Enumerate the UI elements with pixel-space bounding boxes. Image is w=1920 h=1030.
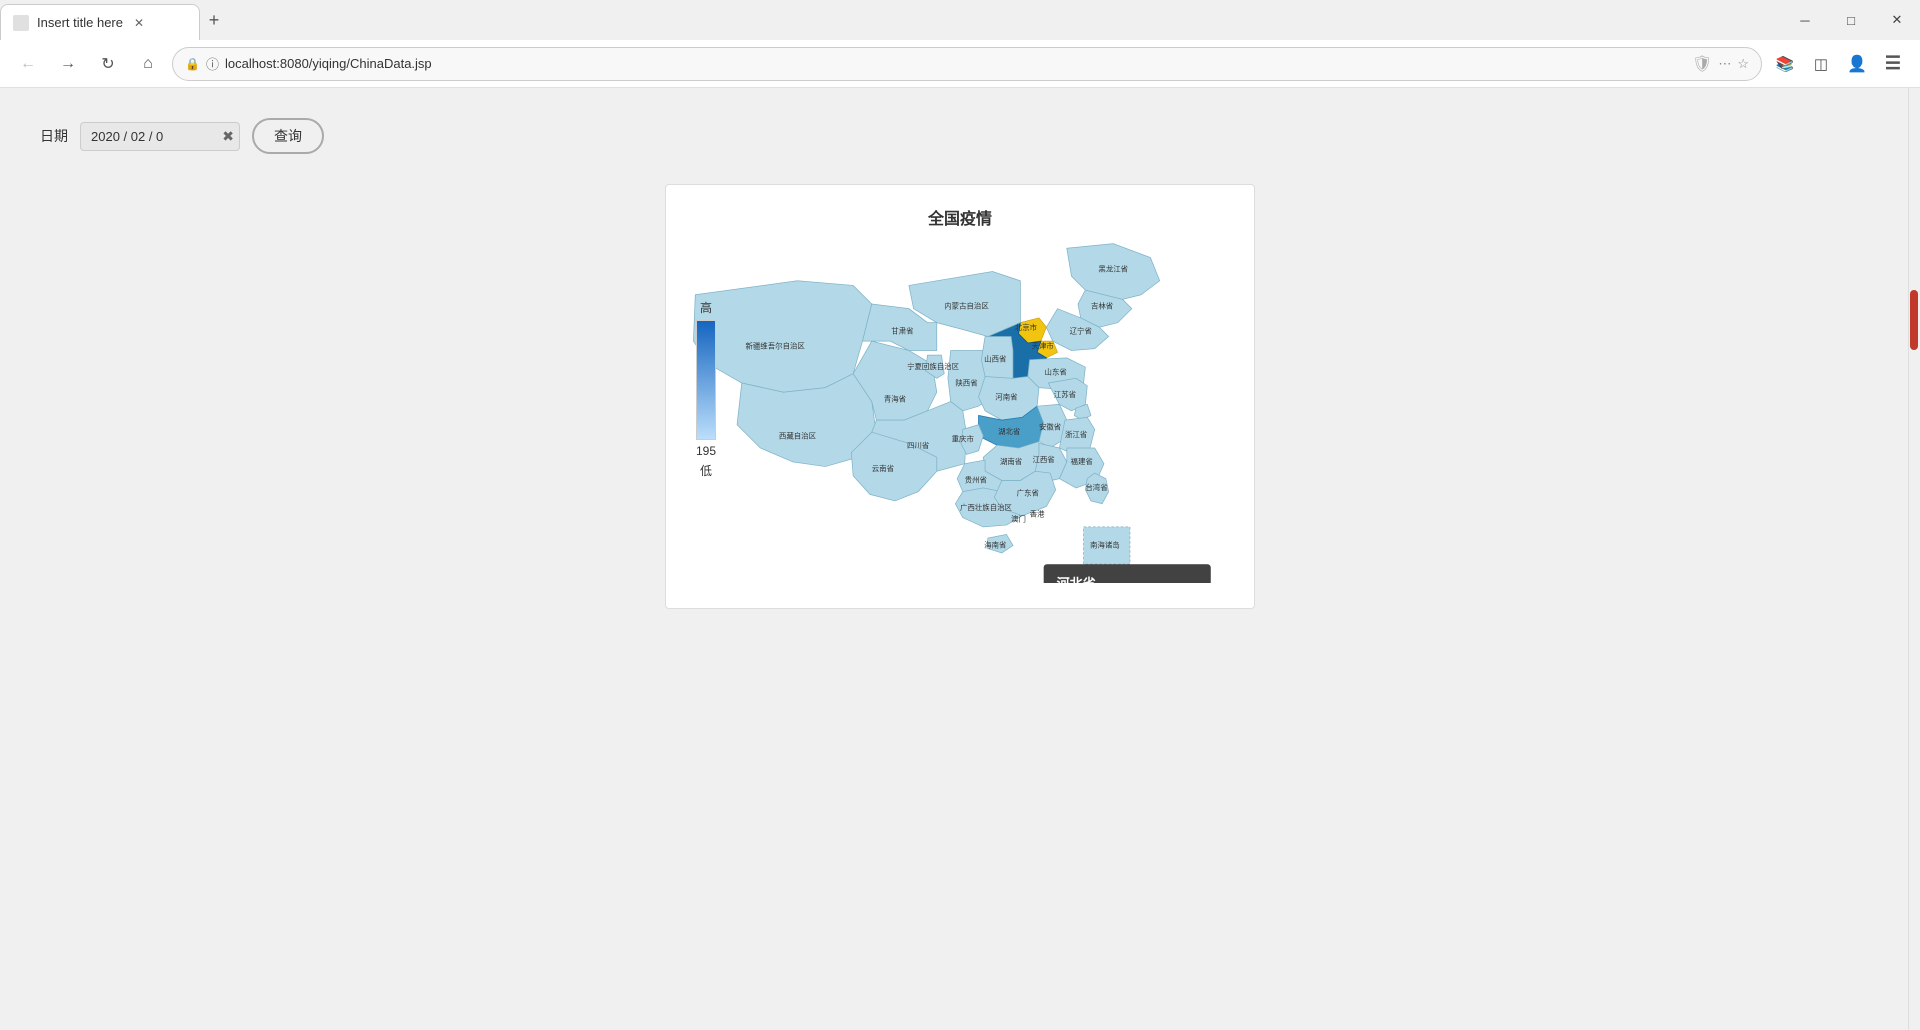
- address-bar[interactable]: 🔒 ⓘ localhost:8080/yiqing/ChinaData.jsp …: [172, 47, 1762, 81]
- label-beijing: 北京市: [1015, 322, 1038, 332]
- reload-button[interactable]: ↻: [92, 48, 124, 80]
- account-button[interactable]: 👤: [1842, 49, 1872, 79]
- window-controls: － □ ✕: [1782, 0, 1920, 40]
- query-button[interactable]: 查询: [252, 118, 324, 154]
- label-fujian: 福建省: [1071, 456, 1094, 466]
- label-jiangsu: 江苏省: [1054, 389, 1077, 399]
- label-guangdong: 广东省: [1017, 487, 1040, 497]
- map-title: 全国疫情: [686, 205, 1234, 229]
- address-text: localhost:8080/yiqing/ChinaData.jsp: [225, 56, 1686, 71]
- label-ningxia: 宁夏回族自治区: [907, 361, 960, 371]
- bookmarks-button[interactable]: 📚: [1770, 49, 1800, 79]
- home-button[interactable]: ⌂: [132, 48, 164, 80]
- label-inner-mongolia: 内蒙古自治区: [944, 301, 989, 311]
- label-guangxi: 广西壮族自治区: [960, 502, 1013, 512]
- clear-icon: ✖: [222, 128, 234, 145]
- province-xinjiang[interactable]: [693, 281, 871, 392]
- info-icon: ⓘ: [206, 54, 219, 73]
- label-xinjiang: 新疆维吾尔自治区: [745, 341, 805, 351]
- home-icon: ⌂: [143, 55, 153, 73]
- map-area: 高 195 低: [686, 239, 1234, 588]
- label-hainan: 海南省: [984, 539, 1007, 549]
- synced-tabs-icon: ◫: [1814, 55, 1828, 73]
- tab-close-button[interactable]: ✕: [131, 15, 147, 31]
- label-shandong: 山东省: [1045, 367, 1068, 377]
- map-container: 全国疫情 高 195 低: [665, 184, 1255, 609]
- date-input[interactable]: [80, 122, 240, 151]
- legend-bar: [696, 320, 716, 440]
- tooltip-province-name: 河北省: [1057, 573, 1198, 582]
- synced-tabs-button[interactable]: ◫: [1806, 49, 1836, 79]
- tab-bar: Insert title here ✕ +: [0, 0, 1920, 40]
- legend-low-label: 低: [700, 462, 712, 479]
- scrollbar-thumb[interactable]: [1910, 290, 1918, 350]
- shield-icon: 🛡: [1692, 54, 1712, 74]
- label-qinghai: 青海省: [884, 394, 907, 404]
- bookmark-star-icon[interactable]: ☆: [1737, 56, 1749, 72]
- bookmarks-icon: 📚: [1776, 55, 1795, 73]
- label-taiwan: 台湾省: [1085, 482, 1108, 492]
- menu-button[interactable]: ☰: [1878, 49, 1908, 79]
- scrollbar[interactable]: [1908, 88, 1920, 1030]
- page-content: 日期 ✖ 查询 全国疫情 高 195 低: [0, 88, 1920, 1030]
- label-gansu: 甘肃省: [891, 326, 914, 336]
- active-tab[interactable]: Insert title here ✕: [0, 4, 200, 40]
- legend-value: 195: [696, 444, 716, 458]
- label-hubei: 湖北省: [998, 426, 1021, 436]
- label-tibet: 西藏自治区: [779, 431, 817, 441]
- minimize-button[interactable]: －: [1782, 0, 1828, 40]
- label-henan: 河南省: [995, 392, 1018, 402]
- nav-right: 📚 ◫ 👤 ☰: [1770, 49, 1908, 79]
- province-heilongjiang[interactable]: [1067, 244, 1160, 304]
- security-icon: 🔒: [185, 57, 200, 71]
- more-actions-icon: ⋯: [1718, 56, 1731, 72]
- navbar: ← → ↻ ⌂ 🔒 ⓘ localhost:8080/yiqing/ChinaD…: [0, 40, 1920, 88]
- back-icon: ←: [20, 55, 36, 73]
- back-button[interactable]: ←: [12, 48, 44, 80]
- legend: 高 195 低: [696, 299, 716, 479]
- label-jiangxi: 江西省: [1032, 454, 1055, 464]
- maximize-button[interactable]: □: [1828, 0, 1874, 40]
- label-hongkong: 香港: [1030, 509, 1045, 519]
- label-guizhou: 贵州省: [965, 474, 988, 484]
- forward-icon: →: [60, 55, 76, 73]
- label-liaoning: 辽宁省: [1070, 326, 1093, 336]
- province-tooltip: 河北省 确诊人数：195 死亡人数：1 治愈人数：28 疑似患者数：: [1044, 564, 1211, 583]
- tab-favicon: [13, 15, 29, 31]
- date-input-wrapper: ✖: [80, 122, 240, 151]
- tab-title: Insert title here: [37, 15, 123, 30]
- menu-icon: ☰: [1885, 53, 1901, 74]
- label-yunnan: 云南省: [872, 463, 895, 473]
- reload-icon: ↻: [101, 54, 114, 74]
- label-shaanxi: 陕西省: [955, 378, 978, 388]
- close-button[interactable]: ✕: [1874, 0, 1920, 40]
- date-label: 日期: [40, 126, 68, 146]
- account-icon: 👤: [1847, 54, 1867, 74]
- china-map-svg: 新疆维吾尔自治区 西藏自治区 青海省 内蒙古自治区 黑龙江省 吉林省 辽宁省 北…: [686, 239, 1234, 583]
- label-sichuan: 四川省: [907, 440, 930, 450]
- label-south-sea: 南海诸岛: [1090, 539, 1120, 549]
- filter-row: 日期 ✖ 查询: [40, 118, 1880, 154]
- label-heilongjiang: 黑龙江省: [1098, 264, 1128, 274]
- label-jilin: 吉林省: [1091, 301, 1114, 311]
- label-macau: 澳门: [1011, 513, 1026, 523]
- date-clear-button[interactable]: ✖: [222, 128, 234, 145]
- legend-high-label: 高: [700, 299, 712, 316]
- label-zhejiang: 浙江省: [1065, 429, 1088, 439]
- label-tianjin: 天津市: [1032, 341, 1055, 351]
- label-shanxi: 山西省: [984, 354, 1007, 364]
- new-tab-button[interactable]: +: [200, 6, 228, 34]
- label-anhui: 安徽省: [1039, 421, 1062, 431]
- label-hunan: 湖南省: [1000, 456, 1023, 466]
- label-chongqing: 重庆市: [952, 433, 975, 443]
- forward-button[interactable]: →: [52, 48, 84, 80]
